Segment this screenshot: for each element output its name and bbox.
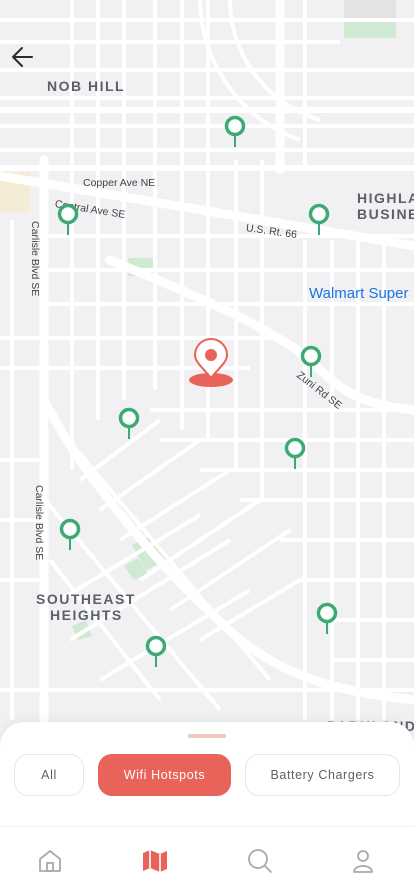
hotspot-pin[interactable] bbox=[283, 436, 307, 470]
hotspot-pin[interactable] bbox=[307, 202, 331, 236]
hotspot-pin[interactable] bbox=[117, 406, 141, 440]
road-label-carlisle-blvd-south: Carlisle Blvd SE bbox=[33, 485, 45, 561]
filter-chip-battery-chargers[interactable]: Battery Chargers bbox=[245, 754, 400, 796]
back-button[interactable] bbox=[10, 44, 36, 70]
hotspot-pin[interactable] bbox=[315, 601, 339, 635]
map-pin-icon bbox=[308, 203, 330, 235]
arrow-left-icon bbox=[12, 47, 33, 67]
user-icon bbox=[353, 850, 373, 873]
road-label-copper-ave: Copper Ave NE bbox=[83, 177, 156, 189]
map-pin-icon bbox=[57, 203, 79, 235]
map-view[interactable]: NOB HILL HIGHLA BUSINE SOUTHEAST HEIGHTS… bbox=[0, 0, 414, 760]
tab-home[interactable] bbox=[36, 847, 64, 875]
poi-label-walmart[interactable]: Walmart Super bbox=[309, 285, 408, 302]
sheet-drag-handle[interactable] bbox=[188, 734, 226, 738]
area-label-highland: HIGHLA bbox=[357, 190, 414, 206]
area-label-highland-business: BUSINE bbox=[357, 206, 414, 222]
map-pin-icon bbox=[300, 345, 322, 377]
filter-sheet: All Wifi Hotspots Battery Chargers bbox=[0, 722, 414, 832]
hotspot-pin[interactable] bbox=[58, 517, 82, 551]
road-label-carlisle-blvd-north: Carlisle Blvd SE bbox=[29, 221, 41, 297]
area-label-southeast: SOUTHEAST bbox=[36, 591, 136, 607]
tab-map[interactable] bbox=[141, 847, 169, 875]
area-label-nob-hill: NOB HILL bbox=[47, 78, 126, 94]
filter-chip-all[interactable]: All bbox=[14, 754, 84, 796]
hotspot-pin[interactable] bbox=[56, 202, 80, 236]
hotspot-pin[interactable] bbox=[144, 634, 168, 668]
map-pin-icon bbox=[316, 602, 338, 634]
tab-profile[interactable] bbox=[349, 847, 377, 875]
map-icon bbox=[143, 850, 167, 872]
filter-chip-wifi-hotspots[interactable]: Wifi Hotspots bbox=[98, 754, 231, 796]
current-location-marker bbox=[188, 338, 234, 388]
map-pin-icon bbox=[145, 635, 167, 667]
hotspot-pin[interactable] bbox=[223, 114, 247, 148]
map-pin-icon bbox=[118, 407, 140, 439]
hotspot-pin[interactable] bbox=[299, 344, 323, 378]
map-pin-icon bbox=[59, 518, 81, 550]
home-icon bbox=[39, 850, 61, 872]
app-screen: NOB HILL HIGHLA BUSINE SOUTHEAST HEIGHTS… bbox=[0, 0, 414, 896]
bottom-tab-bar bbox=[0, 826, 414, 896]
map-pin-icon bbox=[224, 115, 246, 147]
location-pin-icon bbox=[189, 338, 233, 387]
area-label-heights: HEIGHTS bbox=[50, 607, 123, 623]
map-pin-icon bbox=[284, 437, 306, 469]
search-icon bbox=[248, 849, 272, 873]
tab-search[interactable] bbox=[246, 847, 274, 875]
